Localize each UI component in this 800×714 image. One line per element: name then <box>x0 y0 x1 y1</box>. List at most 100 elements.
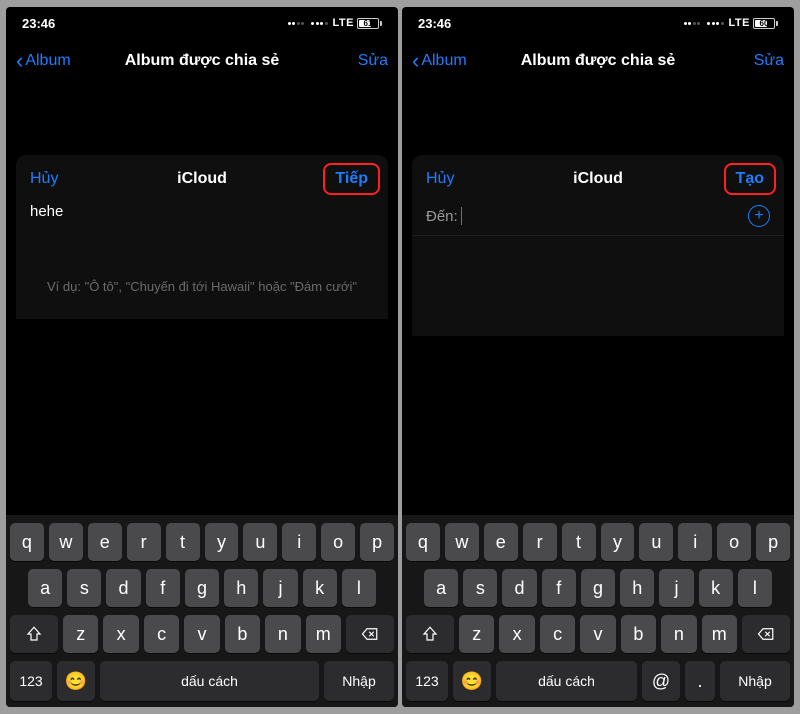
key-m[interactable]: m <box>702 615 737 653</box>
key-c[interactable]: c <box>540 615 575 653</box>
to-field[interactable]: Đến: <box>426 207 462 225</box>
signal-icon <box>684 22 701 25</box>
emoji-icon: 😊 <box>461 671 483 692</box>
key-i[interactable]: i <box>282 523 316 561</box>
key-n[interactable]: n <box>265 615 300 653</box>
space-key[interactable]: dấu cách <box>496 661 637 701</box>
key-x[interactable]: x <box>499 615 534 653</box>
key-a[interactable]: a <box>424 569 458 607</box>
key-g[interactable]: g <box>185 569 219 607</box>
key-p[interactable]: p <box>360 523 394 561</box>
shift-key[interactable] <box>10 615 58 653</box>
key-y[interactable]: y <box>601 523 635 561</box>
key-b[interactable]: b <box>225 615 260 653</box>
emoji-key[interactable]: 😊 <box>57 661 95 701</box>
battery-icon: 60 <box>753 18 778 29</box>
key-y[interactable]: y <box>205 523 239 561</box>
key-h[interactable]: h <box>224 569 258 607</box>
key-z[interactable]: z <box>459 615 494 653</box>
delete-key[interactable] <box>346 615 394 653</box>
shift-key[interactable] <box>406 615 454 653</box>
back-button[interactable]: ‹ Album <box>16 50 71 72</box>
page-title: Album được chia sẻ <box>521 52 676 70</box>
key-t[interactable]: t <box>166 523 200 561</box>
key-k[interactable]: k <box>699 569 733 607</box>
battery-icon: 61 <box>357 18 382 29</box>
space-key[interactable]: dấu cách <box>100 661 319 701</box>
numbers-key[interactable]: 123 <box>10 661 52 701</box>
key-o[interactable]: o <box>321 523 355 561</box>
key-z[interactable]: z <box>63 615 98 653</box>
key-w[interactable]: w <box>445 523 479 561</box>
key-l[interactable]: l <box>342 569 376 607</box>
key-v[interactable]: v <box>580 615 615 653</box>
nav-bar: ‹ Album Album được chia sẻ Sửa <box>6 39 398 83</box>
key-j[interactable]: j <box>263 569 297 607</box>
key-d[interactable]: d <box>106 569 140 607</box>
key-p[interactable]: p <box>756 523 790 561</box>
key-s[interactable]: s <box>67 569 101 607</box>
plus-icon: + <box>754 208 763 224</box>
create-button[interactable]: Tạo <box>724 163 776 195</box>
backspace-icon <box>360 625 380 643</box>
enter-key[interactable]: Nhập <box>720 661 790 701</box>
key-g[interactable]: g <box>581 569 615 607</box>
status-right: LTE 61 <box>286 17 382 29</box>
key-s[interactable]: s <box>463 569 497 607</box>
key-m[interactable]: m <box>306 615 341 653</box>
key-j[interactable]: j <box>659 569 693 607</box>
key-r[interactable]: r <box>127 523 161 561</box>
chevron-left-icon: ‹ <box>412 50 419 72</box>
key-f[interactable]: f <box>146 569 180 607</box>
icloud-modal: Hủy iCloud Tiếp hehe Ví dụ: "Ô tô", "Chu… <box>16 155 388 319</box>
icloud-modal: Hủy iCloud Tạo Đến: + <box>412 155 784 336</box>
signal-icon <box>288 22 305 25</box>
key-e[interactable]: e <box>88 523 122 561</box>
key-t[interactable]: t <box>562 523 596 561</box>
key-u[interactable]: u <box>639 523 673 561</box>
key-q[interactable]: q <box>10 523 44 561</box>
key-h[interactable]: h <box>620 569 654 607</box>
edit-button[interactable]: Sửa <box>754 52 784 70</box>
status-bar: 23:46 LTE 60 <box>402 7 794 39</box>
dot-key[interactable]: . <box>685 661 715 701</box>
key-b[interactable]: b <box>621 615 656 653</box>
key-c[interactable]: c <box>144 615 179 653</box>
key-i[interactable]: i <box>678 523 712 561</box>
key-v[interactable]: v <box>184 615 219 653</box>
backspace-icon <box>756 625 776 643</box>
cancel-button[interactable]: Hủy <box>30 170 58 188</box>
status-time: 23:46 <box>22 16 55 31</box>
album-name-input[interactable]: hehe <box>30 203 374 220</box>
key-o[interactable]: o <box>717 523 751 561</box>
add-contact-button[interactable]: + <box>748 205 770 227</box>
cancel-button[interactable]: Hủy <box>426 170 454 188</box>
numbers-key[interactable]: 123 <box>406 661 448 701</box>
at-key[interactable]: @ <box>642 661 680 701</box>
signal-icon-2 <box>311 22 328 25</box>
signal-icon-2 <box>707 22 724 25</box>
input-hint: Ví dụ: "Ô tô", "Chuyến đi tới Hawaii" ho… <box>16 228 388 305</box>
key-w[interactable]: w <box>49 523 83 561</box>
delete-key[interactable] <box>742 615 790 653</box>
key-f[interactable]: f <box>542 569 576 607</box>
key-a[interactable]: a <box>28 569 62 607</box>
key-l[interactable]: l <box>738 569 772 607</box>
key-e[interactable]: e <box>484 523 518 561</box>
back-button[interactable]: ‹ Album <box>412 50 467 72</box>
key-d[interactable]: d <box>502 569 536 607</box>
lte-label: LTE <box>729 17 750 29</box>
key-q[interactable]: q <box>406 523 440 561</box>
emoji-key[interactable]: 😊 <box>453 661 491 701</box>
key-x[interactable]: x <box>103 615 138 653</box>
key-u[interactable]: u <box>243 523 277 561</box>
next-button[interactable]: Tiếp <box>323 163 380 195</box>
phone-screen-left: 23:46 LTE 61 ‹ Album Album được chia sẻ … <box>6 7 398 707</box>
enter-key[interactable]: Nhập <box>324 661 394 701</box>
key-n[interactable]: n <box>661 615 696 653</box>
key-k[interactable]: k <box>303 569 337 607</box>
key-r[interactable]: r <box>523 523 557 561</box>
status-bar: 23:46 LTE 61 <box>6 7 398 39</box>
edit-button[interactable]: Sửa <box>358 52 388 70</box>
nav-bar: ‹ Album Album được chia sẻ Sửa <box>402 39 794 83</box>
